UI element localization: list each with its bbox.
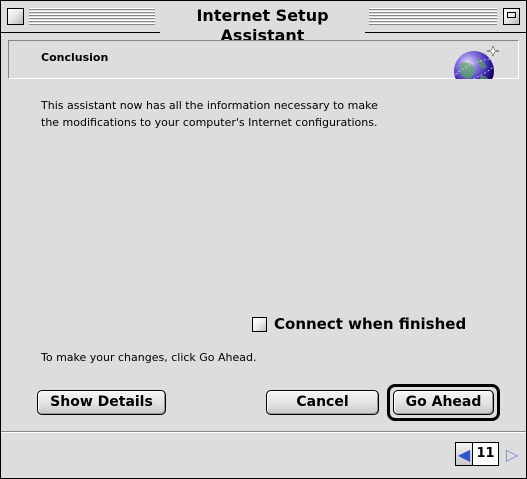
- connect-checkbox[interactable]: [252, 316, 267, 332]
- title-bar-stripes-left: [29, 8, 155, 25]
- show-details-button[interactable]: Show Details: [37, 390, 166, 415]
- connect-checkbox-label[interactable]: Connect when finished: [274, 315, 466, 333]
- title-bar[interactable]: Internet Setup Assistant: [1, 1, 526, 46]
- connect-when-finished-option[interactable]: Connect when finished: [252, 313, 466, 335]
- go-ahead-hint: To make your changes, click Go Ahead.: [41, 351, 257, 364]
- triangle-right-icon[interactable]: ▷: [503, 442, 521, 466]
- title-bar-stripes-right: [369, 8, 497, 25]
- page-number: 11: [473, 442, 499, 466]
- footer-divider: [1, 431, 526, 433]
- assistant-window: Internet Setup Assistant Conclusion This…: [0, 0, 527, 479]
- intro-line-1: This assistant now has all the informati…: [41, 99, 378, 112]
- close-box-icon[interactable]: [7, 8, 24, 25]
- intro-text: This assistant now has all the informati…: [41, 97, 461, 131]
- cancel-button[interactable]: Cancel: [266, 390, 379, 415]
- step-title: Conclusion: [41, 51, 109, 64]
- page-navigator: ◀ 11 ▷: [455, 442, 521, 466]
- triangle-left-icon[interactable]: ◀: [455, 442, 473, 466]
- collapse-box-icon[interactable]: [503, 8, 520, 25]
- go-ahead-button[interactable]: Go Ahead: [393, 390, 494, 415]
- intro-line-2: the modifications to your computer's Int…: [41, 116, 378, 129]
